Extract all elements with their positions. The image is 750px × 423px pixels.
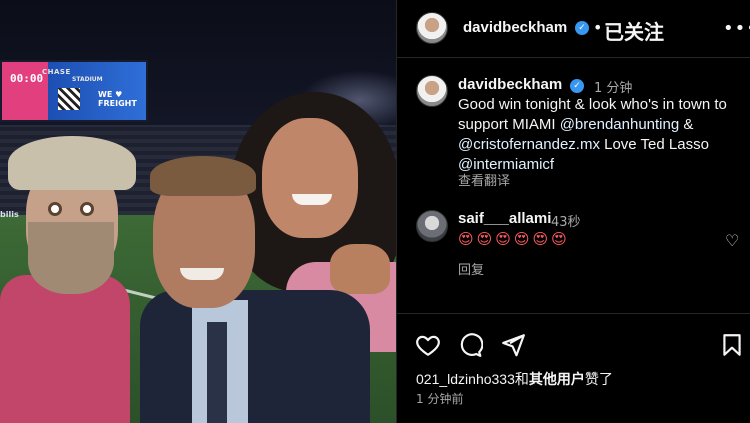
person-left-beard [28, 222, 114, 294]
mention-link[interactable]: @cristofernandez.mx [458, 136, 600, 153]
heart-outline-icon[interactable]: ♡ [725, 231, 739, 250]
scoreboard: 00:00 WE ♥ FREIGHT [0, 60, 148, 122]
scoreboard-ad: WE ♥ FREIGHT [98, 90, 137, 108]
eye-icon [48, 202, 62, 216]
likes-suffix: 赞了 [584, 371, 613, 387]
see-translation-link[interactable]: 查看翻译 [458, 170, 510, 189]
qr-code-icon [58, 88, 80, 110]
comment-icon[interactable] [457, 332, 483, 358]
caption-text: Good win tonight & look who's in town to… [458, 95, 748, 175]
person-middle-hair [150, 156, 256, 196]
reply-button[interactable]: 回复 [458, 259, 484, 278]
heart-icon[interactable] [415, 332, 441, 358]
share-icon[interactable] [500, 332, 526, 358]
ad-board: bilis [0, 210, 19, 219]
caption-timestamp: 1 分钟 [594, 81, 633, 96]
venue-sign-stadium: STADIUM [72, 76, 103, 83]
commenter-username[interactable]: saif___allami [458, 210, 551, 227]
author-avatar[interactable] [416, 12, 448, 44]
comment-timestamp: 43秒 [551, 215, 581, 230]
person-left-shirt [0, 275, 130, 423]
person-middle-tie [207, 322, 227, 423]
following-button[interactable]: 已关注 [604, 16, 664, 45]
verified-badge-icon: ✓ [570, 79, 584, 93]
scoreboard-time: 00:00 [10, 72, 44, 85]
venue-sign-chase: CHASE [42, 68, 71, 76]
post-side-panel: davidbeckham ✓ • 已关注 ••• davidbeckham ✓ … [396, 0, 750, 423]
likes-others-link[interactable]: 其他用户 [529, 371, 585, 387]
post-timestamp: 1 分钟前 [416, 392, 464, 406]
commenter-avatar[interactable] [416, 210, 448, 242]
verified-badge-icon: ✓ [575, 21, 589, 35]
bookmark-icon[interactable] [719, 332, 745, 358]
person-middle-suit [140, 290, 370, 423]
post-photo[interactable]: 00:00 WE ♥ FREIGHT CHASE STADIUM bilis [0, 0, 396, 423]
peace-sign-hand [330, 244, 390, 294]
follow-separator: • [593, 18, 603, 37]
comment-text: 😍😍😍😍😍😍 [458, 230, 570, 248]
ellipsis-icon[interactable]: ••• [723, 18, 750, 39]
mention-link[interactable]: @brendanhunting [560, 116, 680, 133]
caption-text-part: Love Ted Lasso [599, 136, 709, 153]
person-right-smile [292, 194, 332, 205]
caption-avatar[interactable] [416, 75, 448, 107]
post-header: davidbeckham ✓ • 已关注 ••• [397, 0, 750, 58]
liker-username[interactable]: 021_ldzinho333 [416, 371, 515, 387]
author-username[interactable]: davidbeckham [463, 19, 567, 36]
person-middle-smile [180, 268, 224, 280]
action-bar: 021_ldzinho333和其他用户赞了 1 分钟前 [397, 313, 750, 423]
person-left-cap [8, 136, 136, 190]
person-right-face [262, 118, 358, 238]
likes-connector: 和 [514, 371, 529, 387]
eye-icon [80, 202, 94, 216]
likes-summary[interactable]: 021_ldzinho333和其他用户赞了 [416, 369, 613, 389]
caption-text-part: & [679, 116, 694, 133]
caption-username[interactable]: davidbeckham [458, 76, 562, 93]
